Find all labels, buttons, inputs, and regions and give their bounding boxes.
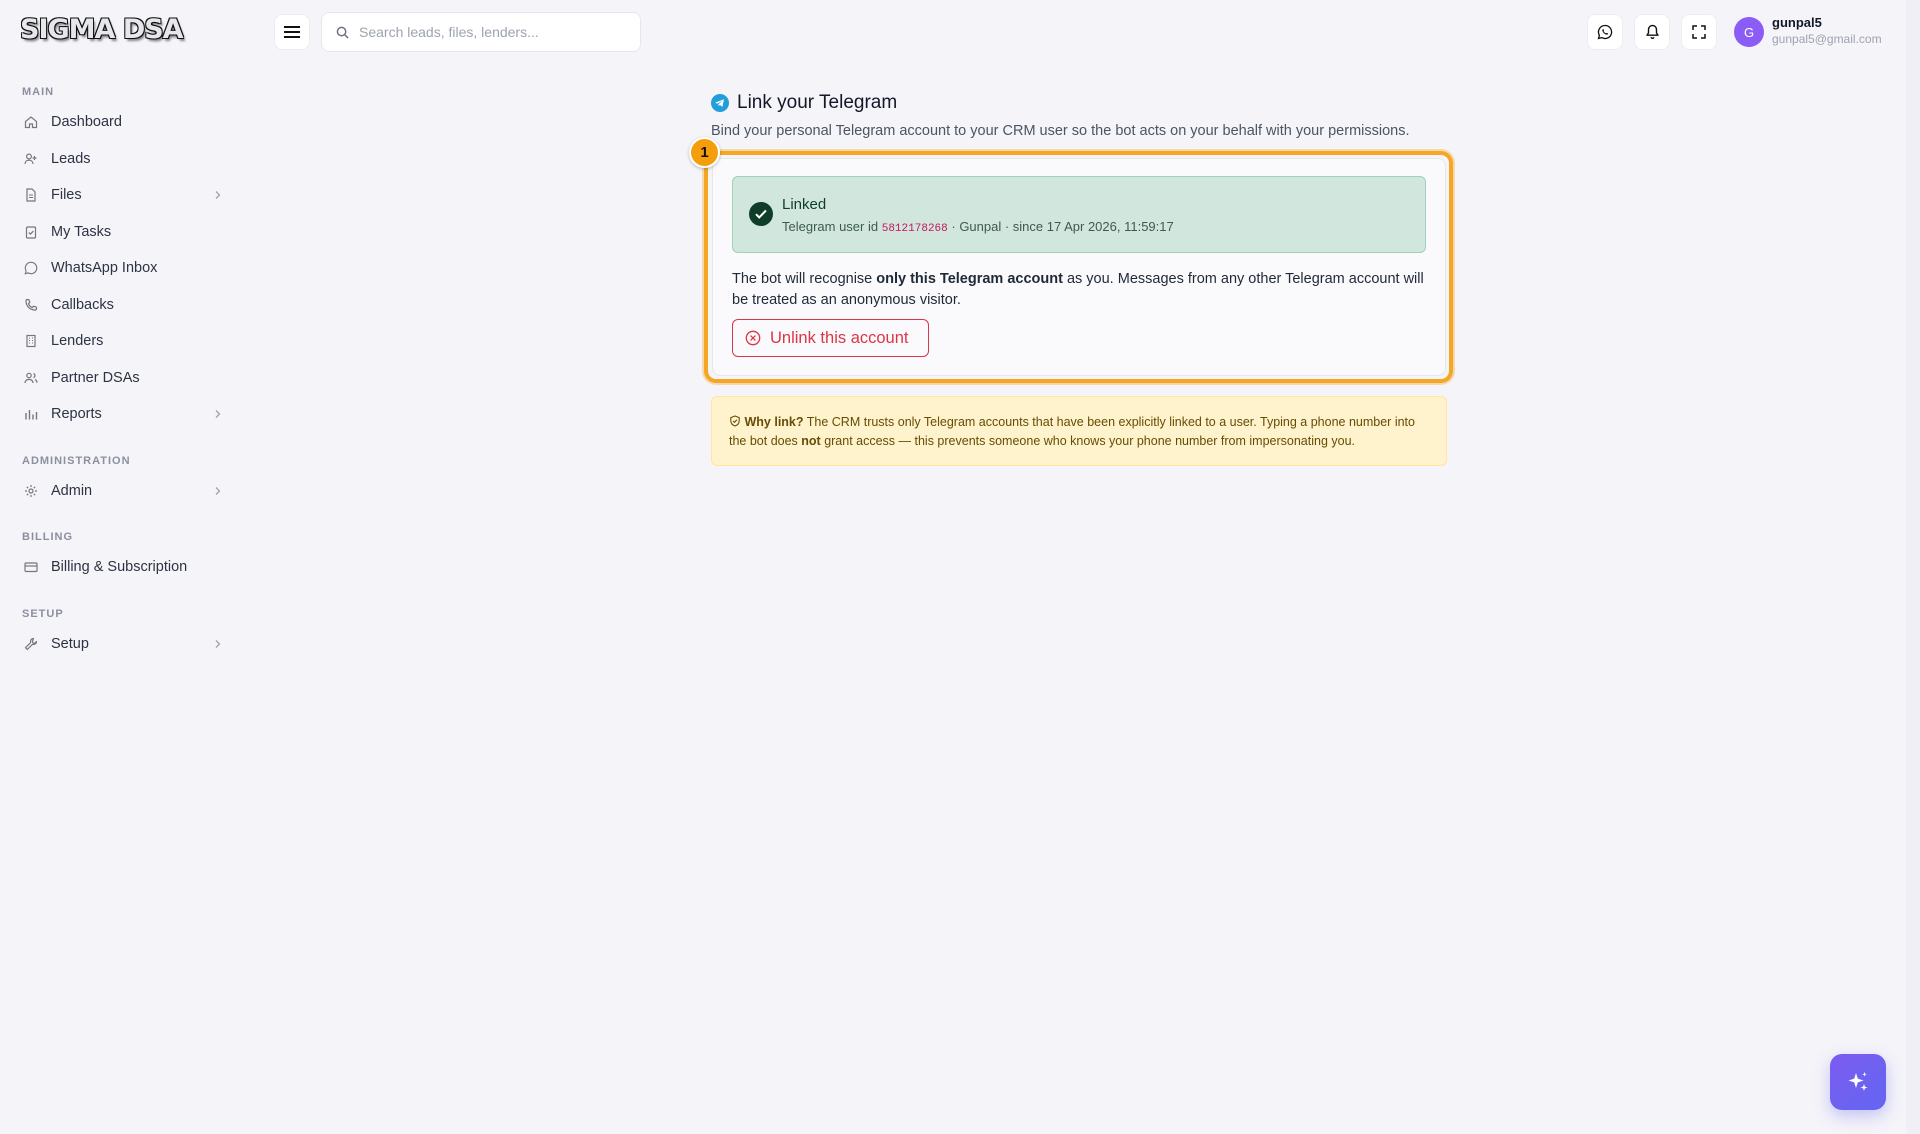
users-icon bbox=[22, 369, 40, 387]
sidebar-item-billing[interactable]: Billing & Subscription bbox=[0, 549, 236, 586]
page-title: Link your Telegram bbox=[737, 92, 898, 113]
sidebar-item-label: Reports bbox=[51, 406, 102, 423]
chevron-right-icon bbox=[214, 188, 222, 204]
recognition-notice: The bot will recognise only this Telegra… bbox=[732, 269, 1432, 311]
global-search[interactable] bbox=[321, 12, 641, 52]
sidebar-item-label: Billing & Subscription bbox=[51, 559, 188, 576]
fullscreen-button[interactable] bbox=[1681, 14, 1717, 50]
why-link-heading: Why link? bbox=[744, 415, 804, 429]
telegram-user-id: 5812178268 bbox=[881, 223, 948, 235]
credit-card-icon bbox=[22, 558, 40, 576]
building-icon bbox=[22, 332, 40, 350]
brand-logo[interactable]: SIGMA DSA bbox=[20, 14, 184, 45]
section-label-main: MAIN bbox=[22, 86, 55, 98]
sidebar-item-my-tasks[interactable]: My Tasks bbox=[0, 214, 236, 251]
section-label-administration: ADMINISTRATION bbox=[22, 454, 131, 467]
linked-status-alert: Linked Telegram user id 5812178268 · Gun… bbox=[732, 176, 1426, 253]
why-link-text: grant access — this prevents someone who… bbox=[820, 434, 1356, 448]
shield-icon bbox=[730, 415, 740, 427]
search-icon bbox=[336, 26, 349, 39]
sidebar-item-setup[interactable]: Setup bbox=[0, 626, 236, 663]
chevron-right-icon bbox=[214, 407, 222, 423]
sidebar-item-label: WhatsApp Inbox bbox=[51, 260, 158, 277]
why-link-emphasis: not bbox=[801, 434, 821, 448]
whatsapp-icon bbox=[1597, 24, 1613, 40]
linked-since: · Gunpal · since 17 Apr 2026, 11:59:17 bbox=[951, 219, 1174, 234]
why-link-alert: Why link? The CRM trusts only Telegram a… bbox=[711, 396, 1447, 466]
x-circle-icon bbox=[745, 330, 761, 346]
sidebar-item-label: Lenders bbox=[51, 333, 104, 350]
clipboard-check-icon bbox=[22, 223, 40, 241]
sidebar-item-whatsapp-inbox[interactable]: WhatsApp Inbox bbox=[0, 250, 236, 287]
chevron-right-icon bbox=[214, 484, 222, 500]
user-plus-icon bbox=[22, 150, 40, 168]
page-header: Link your Telegram bbox=[711, 92, 897, 114]
menu-toggle-button[interactable] bbox=[274, 14, 310, 50]
sidebar: MAIN Dashboard Leads Files My Tasks What… bbox=[0, 80, 236, 662]
step-badge: 1 bbox=[689, 137, 720, 168]
phone-icon bbox=[22, 296, 40, 314]
notifications-button[interactable] bbox=[1634, 14, 1670, 50]
sidebar-item-leads[interactable]: Leads bbox=[0, 141, 236, 178]
unlink-account-button[interactable]: Unlink this account bbox=[732, 319, 929, 357]
bell-icon bbox=[1645, 24, 1659, 39]
linked-status-title: Linked bbox=[782, 196, 827, 213]
sparkles-icon bbox=[1848, 1072, 1868, 1091]
sidebar-item-admin[interactable]: Admin bbox=[0, 473, 236, 510]
file-icon bbox=[22, 186, 40, 204]
sidebar-item-label: Partner DSAs bbox=[51, 369, 140, 386]
sidebar-item-files[interactable]: Files bbox=[0, 177, 236, 214]
avatar[interactable]: G bbox=[1734, 17, 1764, 47]
unlink-label: Unlink this account bbox=[770, 328, 909, 347]
bar-chart-icon bbox=[22, 405, 40, 423]
sidebar-item-label: Admin bbox=[51, 482, 93, 499]
sidebar-item-label: Dashboard bbox=[51, 114, 122, 131]
section-label-setup: SETUP bbox=[22, 607, 64, 620]
sidebar-item-reports[interactable]: Reports bbox=[0, 396, 236, 433]
sidebar-item-partner-dsas[interactable]: Partner DSAs bbox=[0, 360, 236, 397]
sidebar-item-callbacks[interactable]: Callbacks bbox=[0, 287, 236, 324]
sidebar-item-lenders[interactable]: Lenders bbox=[0, 323, 236, 360]
linked-status-meta: Telegram user id 5812178268 · Gunpal · s… bbox=[782, 219, 1174, 235]
check-circle-icon bbox=[749, 202, 773, 226]
notice-text: The bot will recognise bbox=[732, 271, 877, 287]
sidebar-item-dashboard[interactable]: Dashboard bbox=[0, 104, 236, 141]
search-input[interactable] bbox=[359, 24, 629, 40]
page-subtitle: Bind your personal Telegram account to y… bbox=[711, 123, 1410, 139]
hamburger-icon bbox=[284, 26, 300, 38]
section-label-billing: BILLING bbox=[22, 531, 73, 543]
whatsapp-button[interactable] bbox=[1587, 14, 1623, 50]
telegram-icon bbox=[711, 94, 729, 112]
sidebar-item-label: Callbacks bbox=[51, 296, 114, 313]
sidebar-item-label: Leads bbox=[51, 150, 91, 167]
user-name[interactable]: gunpal5 bbox=[1772, 15, 1822, 30]
fullscreen-icon bbox=[1692, 25, 1706, 39]
telegram-id-label: Telegram user id bbox=[782, 219, 879, 234]
gear-icon bbox=[22, 482, 40, 500]
sidebar-item-label: Setup bbox=[51, 635, 89, 652]
wrench-icon bbox=[22, 635, 40, 653]
page-scrollbar[interactable] bbox=[1906, 0, 1920, 1134]
sidebar-item-label: Files bbox=[51, 187, 82, 204]
chevron-right-icon bbox=[214, 637, 222, 653]
sidebar-item-label: My Tasks bbox=[51, 223, 112, 240]
whatsapp-icon bbox=[22, 259, 40, 277]
notice-emphasis: only this Telegram account bbox=[876, 271, 1063, 287]
ai-assistant-button[interactable] bbox=[1830, 1054, 1886, 1110]
user-email: gunpal5@gmail.com bbox=[1772, 32, 1882, 46]
home-icon bbox=[22, 113, 40, 131]
